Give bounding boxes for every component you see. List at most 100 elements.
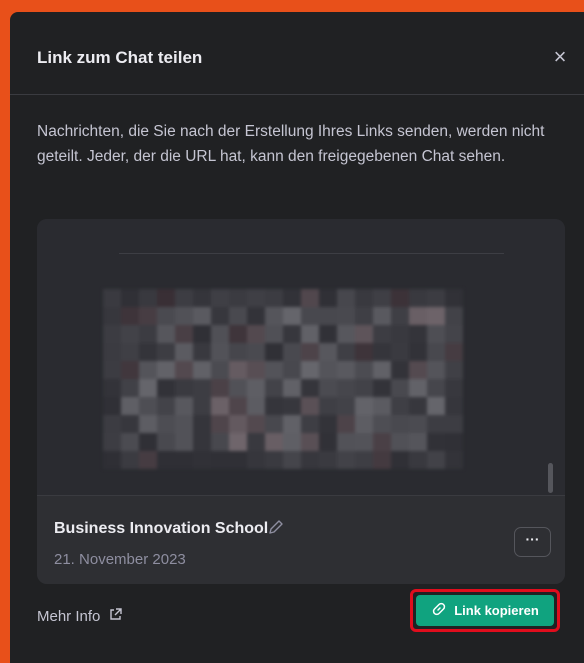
blur-pixel [373, 289, 391, 307]
blur-pixel [247, 361, 265, 379]
blur-pixel [103, 361, 121, 379]
blur-pixel [283, 325, 301, 343]
blur-pixel [409, 361, 427, 379]
scrollbar[interactable] [548, 463, 553, 493]
blur-pixel [283, 361, 301, 379]
blur-pixel [319, 415, 337, 433]
blur-pixel [445, 451, 463, 469]
blur-pixel [211, 451, 229, 469]
blur-pixel [283, 415, 301, 433]
blur-pixel [355, 289, 373, 307]
chat-preview-card: Business Innovation School 21. November … [37, 219, 565, 584]
blur-pixel [445, 361, 463, 379]
blur-pixel [445, 307, 463, 325]
link-icon [431, 601, 447, 620]
blur-pixel [211, 433, 229, 451]
blur-pixel [283, 451, 301, 469]
blur-pixel [391, 397, 409, 415]
blur-pixel [391, 415, 409, 433]
blur-pixel [445, 397, 463, 415]
blur-pixel [211, 361, 229, 379]
blur-pixel [121, 397, 139, 415]
blur-pixel [301, 433, 319, 451]
pencil-icon[interactable] [267, 518, 285, 536]
blur-pixel [247, 289, 265, 307]
blur-pixel [121, 343, 139, 361]
blur-pixel [337, 307, 355, 325]
blur-pixel [139, 397, 157, 415]
blur-pixel [103, 379, 121, 397]
blur-pixel [211, 397, 229, 415]
blur-pixel [445, 379, 463, 397]
blur-pixel [427, 325, 445, 343]
blur-pixel [319, 379, 337, 397]
blurred-content [103, 289, 463, 469]
blur-pixel [283, 433, 301, 451]
copy-link-button[interactable]: Link kopieren [416, 595, 554, 626]
blur-pixel [175, 361, 193, 379]
blur-pixel [229, 289, 247, 307]
blur-pixel [319, 361, 337, 379]
blur-pixel [319, 325, 337, 343]
dialog-title: Link zum Chat teilen [37, 48, 203, 67]
copy-link-label: Link kopieren [454, 603, 539, 618]
blur-pixel [175, 451, 193, 469]
blur-pixel [211, 415, 229, 433]
blur-pixel [139, 379, 157, 397]
blur-pixel [103, 343, 121, 361]
blur-pixel [193, 451, 211, 469]
blur-pixel [139, 415, 157, 433]
blur-pixel [319, 343, 337, 361]
blur-pixel [355, 343, 373, 361]
blur-pixel [229, 343, 247, 361]
blur-pixel [157, 451, 175, 469]
blur-pixel [337, 343, 355, 361]
blur-pixel [103, 451, 121, 469]
blur-pixel [121, 325, 139, 343]
blur-pixel [103, 325, 121, 343]
blur-pixel [211, 325, 229, 343]
blur-pixel [337, 289, 355, 307]
blur-pixel [409, 451, 427, 469]
blur-pixel [355, 397, 373, 415]
blur-pixel [175, 379, 193, 397]
blur-pixel [193, 289, 211, 307]
blur-pixel [265, 415, 283, 433]
blur-pixel [373, 307, 391, 325]
blur-pixel [265, 433, 283, 451]
blur-pixel [157, 325, 175, 343]
blur-pixel [283, 397, 301, 415]
close-icon[interactable]: × [550, 46, 570, 68]
blur-pixel [355, 433, 373, 451]
blur-pixel [445, 433, 463, 451]
blur-pixel [427, 361, 445, 379]
blur-pixel [103, 433, 121, 451]
blur-pixel [373, 361, 391, 379]
blur-pixel [175, 343, 193, 361]
blur-pixel [103, 397, 121, 415]
blur-pixel [355, 451, 373, 469]
blur-pixel [193, 325, 211, 343]
blur-pixel [193, 361, 211, 379]
blur-pixel [355, 415, 373, 433]
blur-pixel [121, 451, 139, 469]
blur-pixel [211, 289, 229, 307]
blur-pixel [193, 415, 211, 433]
blur-pixel [175, 415, 193, 433]
blur-pixel [301, 307, 319, 325]
blur-pixel [391, 307, 409, 325]
blur-pixel [211, 379, 229, 397]
blur-pixel [445, 343, 463, 361]
blur-pixel [337, 379, 355, 397]
blur-pixel [391, 343, 409, 361]
blur-pixel [319, 289, 337, 307]
blur-pixel [229, 397, 247, 415]
more-options-button[interactable]: ··· [514, 527, 551, 557]
more-info-link[interactable]: Mehr Info [37, 607, 123, 626]
blur-pixel [247, 307, 265, 325]
blur-pixel [427, 289, 445, 307]
blur-pixel [247, 397, 265, 415]
blur-pixel [301, 361, 319, 379]
blur-pixel [445, 415, 463, 433]
blur-pixel [247, 415, 265, 433]
